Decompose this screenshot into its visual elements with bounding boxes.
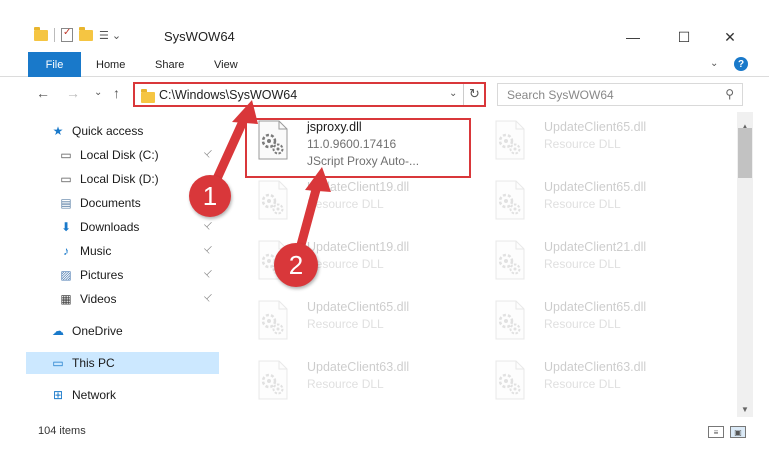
arrow-head-step-2 [305, 167, 331, 192]
arrow-step-1 [210, 112, 250, 188]
arrow-head-step-1 [232, 100, 258, 124]
step-2-callout: 2 [274, 243, 318, 287]
step-1-callout: 1 [189, 175, 231, 217]
annotation-arrows [210, 100, 331, 261]
